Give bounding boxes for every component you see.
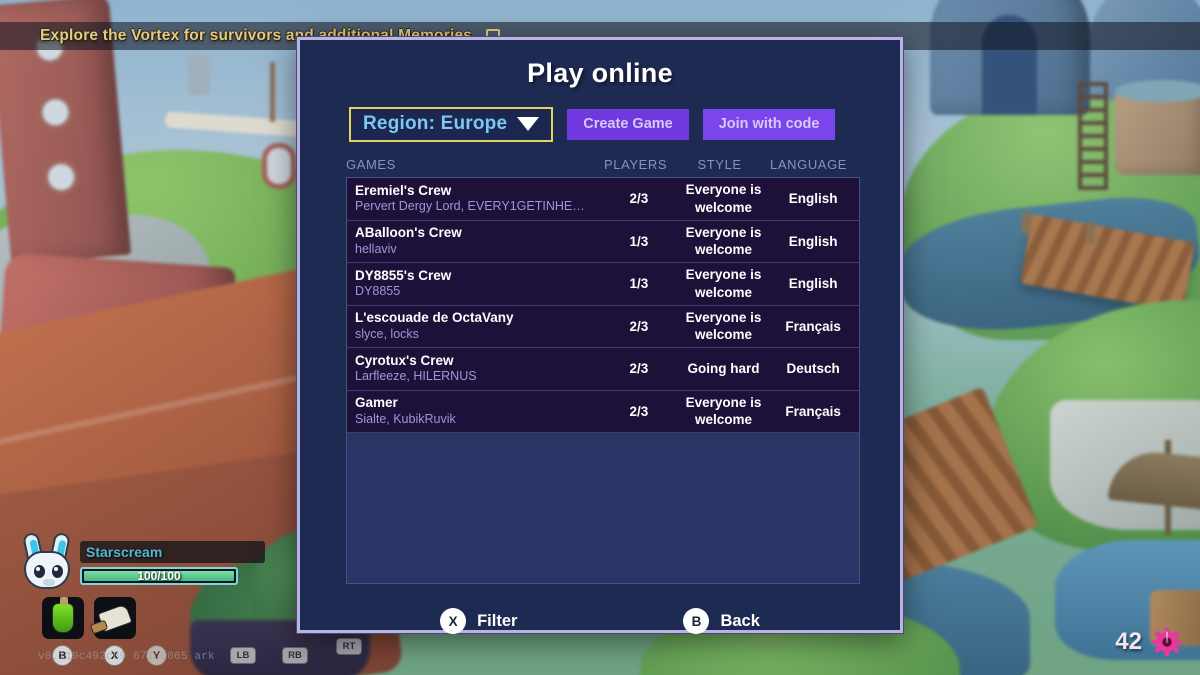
item-slot-potion[interactable] (42, 597, 84, 639)
hud-key-lb[interactable]: LB (230, 647, 256, 664)
game-style: Everyone is welcome (685, 182, 762, 215)
game-info: Eremiel's Crew Pervert Dergy Lord, EVERY1… (347, 183, 598, 216)
column-header-style: STYLE (697, 157, 742, 172)
right-building-1 (930, 0, 1090, 115)
game-title: ABalloon's Crew (355, 225, 462, 240)
game-info: L'escouade de OctaVany slyce, locks (347, 310, 598, 343)
player-hud: Starscream 100/100 B X Y LB RB RT v0.119… (10, 527, 362, 667)
table-row[interactable]: L'escouade de OctaVany slyce, locks 2/3 Eve… (347, 305, 859, 348)
column-headers: GAMES PLAYERS STYLE LANGUAGE (346, 157, 854, 172)
game-language: Deutsch (786, 361, 840, 377)
water-tank-top (1115, 80, 1200, 102)
game-language: English (788, 276, 838, 292)
game-style: Everyone is welcome (685, 309, 762, 343)
game-members: Larfleeze, HILERNUS (355, 369, 477, 384)
currency-counter: 42 (1115, 627, 1182, 657)
player-name: Starscream (86, 544, 163, 560)
health-bar: 100/100 (80, 567, 238, 585)
knife-icon (97, 603, 133, 633)
game-language: English (788, 191, 838, 207)
game-info: Cyrotux's Crew Larfleeze, HILERNUS (347, 353, 598, 386)
game-members: hellaviv (355, 241, 397, 256)
game-style: Everyone is welcome (685, 267, 762, 300)
game-info: DY8855's Crew DY8855 (347, 268, 598, 301)
dialog-footer: X Filter B Back (300, 608, 900, 634)
cog-icon (1152, 627, 1182, 657)
dialog-title: Play online (527, 58, 673, 88)
hud-key-rb[interactable]: RB (282, 647, 308, 664)
game-title: Cyrotux's Crew (355, 352, 454, 368)
filter-label: Filter (477, 611, 518, 630)
games-list: Eremiel's Crew Pervert Dergy Lord, EVERY1… (347, 178, 859, 433)
game-info: Gamer Sialte, KubikRuvik (347, 395, 598, 428)
ship-window (262, 143, 296, 189)
dialog-toolbar: Region: Europe Create Game Join with cod… (349, 107, 900, 142)
game-language: English (788, 233, 838, 249)
hud-key-rt[interactable]: RT (336, 638, 362, 655)
game-players: 2/3 (629, 318, 649, 334)
region-label: Region: Europe (363, 113, 508, 134)
games-list-panel[interactable]: Eremiel's Crew Pervert Dergy Lord, EVERY1… (346, 177, 860, 584)
ship-mast (270, 62, 275, 122)
game-style: Everyone is welcome (685, 394, 762, 428)
back-action[interactable]: B Back (683, 608, 760, 634)
column-header-players: PLAYERS (603, 157, 668, 172)
game-title: DY8855's Crew (355, 267, 452, 283)
version-text: v0.119c492c69 671c0065 ark (38, 651, 215, 663)
potion-icon (52, 597, 74, 633)
chevron-down-icon (517, 117, 540, 131)
table-row[interactable]: Cyrotux's Crew Larfleeze, HILERNUS 2/3 Goin… (347, 348, 859, 391)
ladder (1078, 82, 1108, 190)
avatar (18, 531, 76, 589)
filter-action[interactable]: X Filter (440, 608, 517, 634)
game-players: 1/3 (629, 276, 649, 292)
game-title: L'escouade de OctaVany (355, 310, 514, 325)
game-info: ABalloon's Crew hellaviv (347, 225, 598, 258)
item-slot-knife[interactable] (94, 597, 136, 639)
currency-count: 42 (1115, 628, 1142, 655)
game-players: 2/3 (629, 403, 649, 419)
game-members: Pervert Dergy Lord, EVERY1GETINHE… (355, 199, 585, 214)
table-row[interactable]: Gamer Sialte, KubikRuvik 2/3 Everyone is we… (347, 390, 859, 433)
play-online-dialog: Play online Region: Europe Create Game J… (297, 37, 903, 634)
game-players: 2/3 (629, 361, 649, 377)
column-header-games: GAMES (346, 157, 396, 172)
game-language: Français (785, 318, 841, 334)
game-members: slyce, locks (355, 326, 419, 341)
game-members: DY8855 (355, 284, 401, 299)
join-code-button[interactable]: Join with code (702, 109, 836, 140)
table-row[interactable]: Eremiel's Crew Pervert Dergy Lord, EVERY1… (347, 178, 859, 221)
game-members: Sialte, KubikRuvik (355, 411, 456, 426)
health-text: 100/100 (137, 569, 181, 583)
filter-key-badge: X (440, 608, 467, 634)
back-key-badge: B (683, 608, 710, 634)
game-players: 2/3 (629, 191, 649, 207)
create-game-button[interactable]: Create Game (567, 109, 689, 140)
player-name-plate: Starscream (80, 541, 265, 563)
table-row[interactable]: DY8855's Crew DY8855 1/3 Everyone is welcom… (347, 263, 859, 306)
table-row[interactable]: ABalloon's Crew hellaviv 1/3 Everyone is we… (347, 220, 859, 263)
back-label: Back (720, 611, 760, 630)
game-players: 1/3 (629, 233, 649, 249)
game-style: Going hard (687, 361, 760, 377)
ship-chimney (188, 55, 210, 95)
column-header-language: LANGUAGE (770, 157, 848, 172)
game-language: Français (785, 403, 841, 419)
game-title: Eremiel's Crew (355, 182, 452, 198)
region-dropdown[interactable]: Region: Europe (349, 107, 554, 142)
game-title: Gamer (355, 395, 398, 410)
game-style: Everyone is welcome (685, 224, 762, 258)
